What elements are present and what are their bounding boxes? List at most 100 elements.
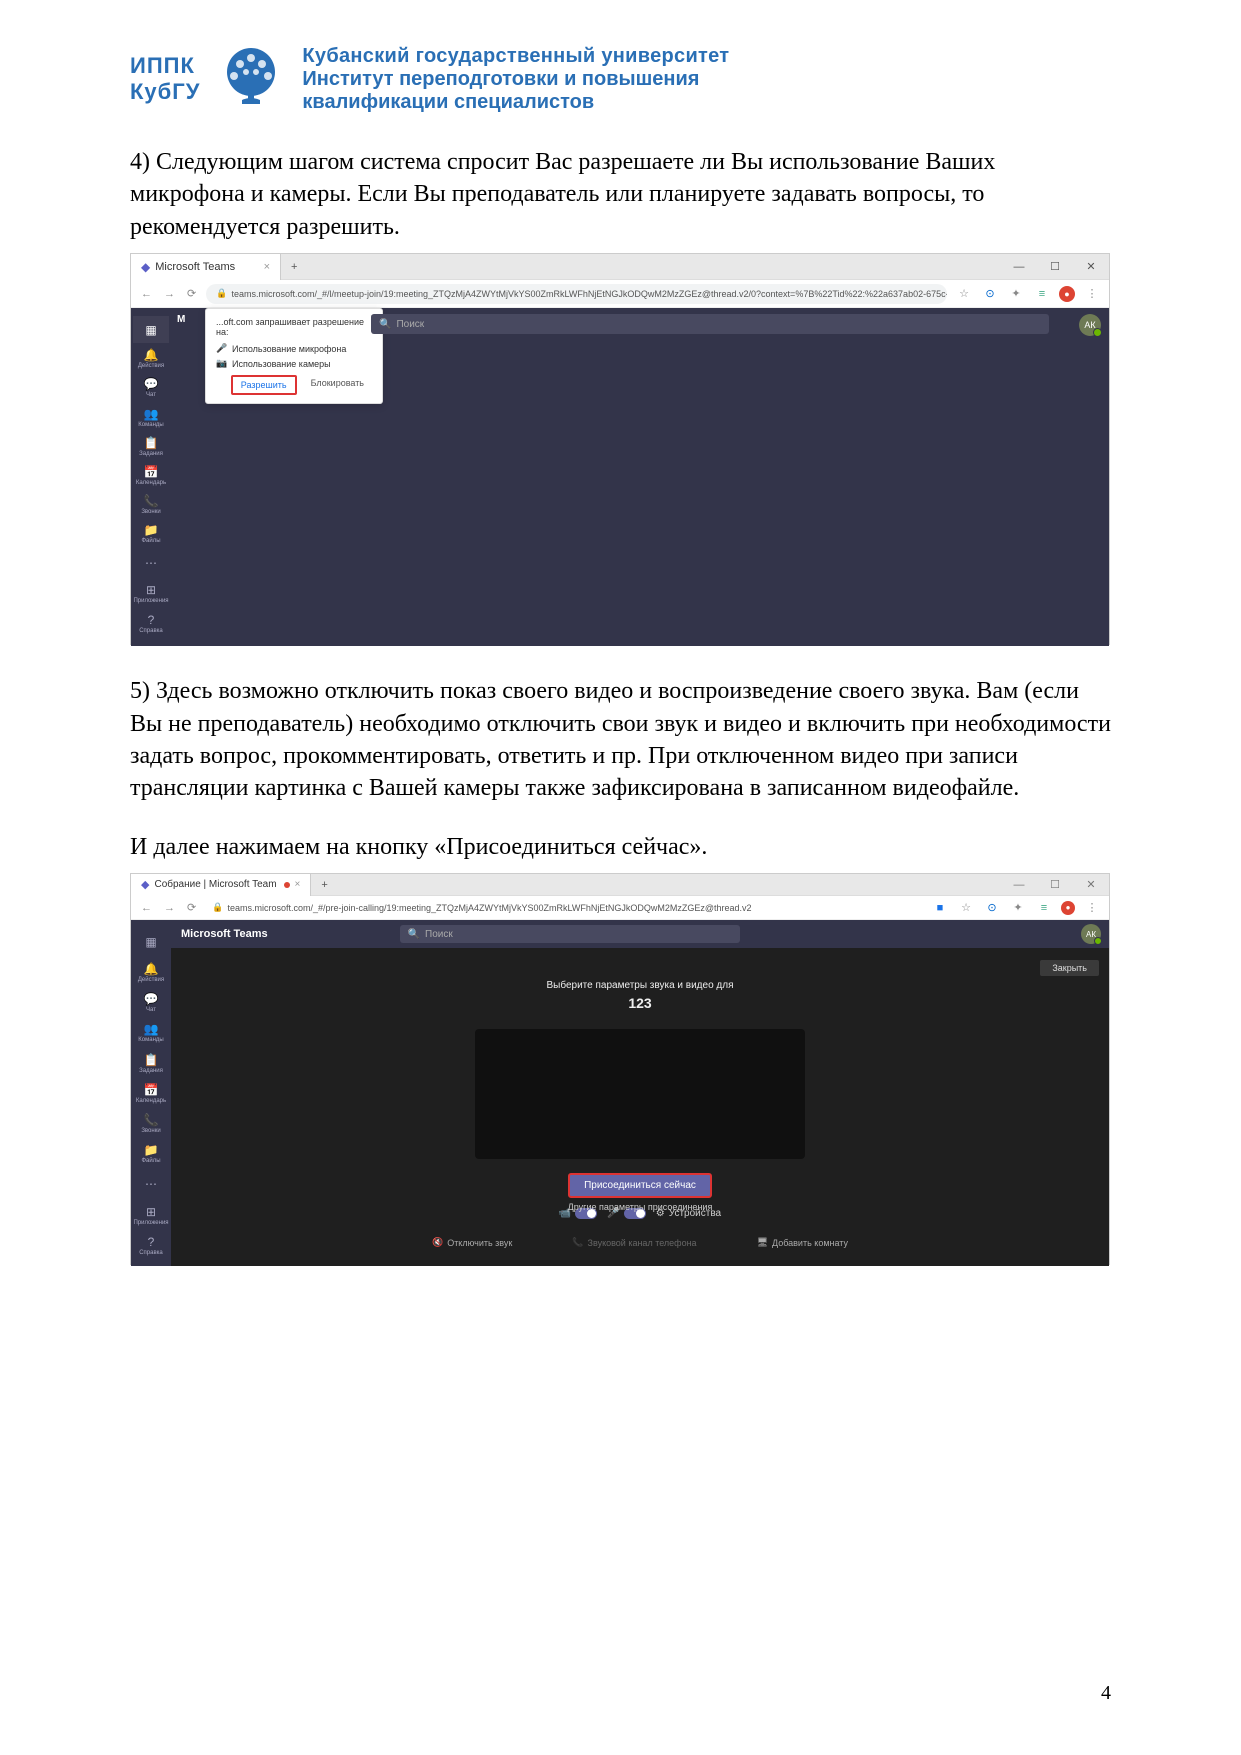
other-options-row: 🔇 Отключить звук 📞 Звуковой канал телефо… (171, 1237, 1109, 1248)
sidebar-assignments[interactable]: 📋Задания (133, 1049, 169, 1077)
permission-popup: × ...oft.com запрашивает разрешение на: … (205, 308, 383, 404)
extension-icon[interactable]: ⊙ (983, 901, 1001, 914)
nav-forward-icon[interactable]: → (162, 902, 177, 914)
url-field[interactable]: 🔒 teams.microsoft.com/_#/l/meetup-join/1… (206, 284, 947, 304)
block-button[interactable]: Блокировать (303, 375, 372, 395)
popup-cam-row: 📷 Использование камеры (216, 358, 372, 369)
nav-forward-icon[interactable]: → (162, 288, 177, 300)
instruction-step-4: 4) Следующим шагом система спросит Вас р… (130, 146, 1111, 243)
logo-kubgu-text: КубГУ (130, 79, 200, 105)
sidebar-apps[interactable]: ⊞Приложения (133, 1200, 169, 1230)
sidebar-calendar[interactable]: 📅Календарь (133, 462, 169, 489)
popup-mic-row: 🎤 Использование микрофона (216, 343, 372, 354)
window-close-icon[interactable]: ✕ (1073, 254, 1109, 280)
camera-icon: 📷 (216, 358, 226, 369)
other-options-header: Другие параметры присоединения (171, 1202, 1109, 1212)
teams-topbar: Microsoft Teams 🔍 Поиск (171, 920, 1109, 948)
sidebar-files[interactable]: 📁Файлы (133, 1140, 169, 1168)
browser-address-bar-2: ← → ⟳ 🔒 teams.microsoft.com/_#/pre-join-… (131, 896, 1109, 920)
waffle-icon[interactable]: ▦ (133, 316, 169, 343)
prejoin-hint: Выберите параметры звука и видео для (380, 980, 900, 991)
puzzle-icon[interactable]: ✦ (1009, 901, 1027, 914)
sidebar-more[interactable]: ⋯ (133, 1170, 169, 1198)
menu-icon[interactable]: ⋮ (1083, 287, 1101, 300)
phone-audio-option: 📞 Звуковой канал телефона (572, 1237, 696, 1248)
window-maximize-icon[interactable]: ☐ (1037, 874, 1073, 896)
lock-icon: 🔒 (216, 288, 227, 299)
new-tab-button[interactable]: + (281, 261, 307, 273)
teams-sidebar: ▦ 🔔Действия 💬Чат 👥Команды 📋Задания 📅Кале… (131, 308, 171, 646)
screenshot-permissions: ◆ Microsoft Teams × + — ☐ ✕ ← → ⟳ 🔒 team… (130, 253, 1110, 645)
user-avatar-2[interactable]: АК (1081, 924, 1101, 944)
puzzle-icon[interactable]: ✦ (1007, 287, 1025, 300)
reading-list-icon[interactable]: ≡ (1035, 902, 1053, 914)
logo-ippk-text: ИППК (130, 53, 200, 79)
sidebar-help[interactable]: ?Справка (133, 1230, 169, 1260)
menu-icon[interactable]: ⋮ (1083, 901, 1101, 914)
ext-badge-icon[interactable]: ● (1059, 286, 1075, 302)
teams-main-area: M × ...oft.com запрашивает разрешение на… (171, 308, 1109, 646)
popup-title: ...oft.com запрашивает разрешение на: (216, 317, 372, 337)
waffle-icon[interactable]: ▦ (133, 928, 169, 956)
sidebar-teams[interactable]: 👥Команды (133, 1019, 169, 1047)
lock-icon: 🔒 (212, 902, 223, 913)
tab-close-icon[interactable]: × (264, 261, 270, 273)
nav-back-icon[interactable]: ← (139, 902, 154, 914)
browser-address-bar: ← → ⟳ 🔒 teams.microsoft.com/_#/l/meetup-… (131, 280, 1109, 308)
browser-titlebar-2: ◆ Собрание | Microsoft Team × + — ☐ ✕ (131, 874, 1109, 896)
join-now-button[interactable]: Присоединиться сейчас (568, 1173, 712, 1198)
sidebar-help[interactable]: ?Справка (133, 608, 169, 638)
window-maximize-icon[interactable]: ☐ (1037, 254, 1073, 280)
sidebar-files[interactable]: 📁Файлы (133, 520, 169, 547)
allow-button[interactable]: Разрешить (231, 375, 297, 395)
sidebar-calendar[interactable]: 📅Календарь (133, 1079, 169, 1107)
window-minimize-icon[interactable]: — (1001, 254, 1037, 280)
sidebar-activity[interactable]: 🔔Действия (133, 958, 169, 986)
mic-icon: 🎤 (216, 343, 226, 354)
browser-tab[interactable]: ◆ Microsoft Teams × (131, 254, 281, 280)
user-avatar[interactable]: АК (1079, 314, 1101, 336)
search-icon: 🔍 (379, 319, 391, 330)
browser-tab-2[interactable]: ◆ Собрание | Microsoft Team × (131, 874, 311, 896)
sidebar-chat[interactable]: 💬Чат (133, 989, 169, 1017)
sidebar-assignments[interactable]: 📋Задания (133, 433, 169, 460)
ext-badge-icon[interactable]: ● (1061, 901, 1075, 915)
camera-indicator-icon[interactable]: ■ (931, 902, 949, 914)
url-field-2[interactable]: 🔒 teams.microsoft.com/_#/pre-join-callin… (206, 899, 923, 917)
sidebar-apps[interactable]: ⊞Приложения (133, 578, 169, 608)
add-room-option[interactable]: 🖥 Добавить комнату (757, 1237, 848, 1248)
browser-titlebar: ◆ Microsoft Teams × + — ☐ ✕ (131, 254, 1109, 280)
sound-off-icon: 🔇 (432, 1237, 443, 1248)
meeting-title: 123 (380, 995, 900, 1011)
sidebar-more[interactable]: ⋯ (133, 549, 169, 576)
window-minimize-icon[interactable]: — (1001, 874, 1037, 896)
new-tab-button[interactable]: + (311, 879, 337, 891)
institution-title: Кубанский государственный университет Ин… (302, 45, 729, 114)
sidebar-teams[interactable]: 👥Команды (133, 404, 169, 431)
nav-reload-icon[interactable]: ⟳ (185, 287, 198, 300)
ms-label: M (177, 314, 185, 325)
star-icon[interactable]: ☆ (955, 287, 973, 300)
instruction-step-5: 5) Здесь возможно отключить показ своего… (130, 675, 1111, 805)
teams-search-input[interactable]: 🔍 Поиск (371, 314, 1049, 334)
screenshot-prejoin: ◆ Собрание | Microsoft Team × + — ☐ ✕ ← … (130, 873, 1110, 1265)
sidebar-chat[interactable]: 💬Чат (133, 374, 169, 401)
logo-left: ИППК КубГУ (130, 53, 200, 105)
nav-back-icon[interactable]: ← (139, 288, 154, 300)
tab-title: Microsoft Teams (155, 261, 235, 273)
mute-audio-option[interactable]: 🔇 Отключить звук (432, 1237, 512, 1248)
window-close-icon[interactable]: ✕ (1073, 874, 1109, 896)
instruction-join-now: И далее нажимаем на кнопку «Присоединить… (130, 831, 1111, 863)
extension-icon[interactable]: ⊙ (981, 287, 999, 300)
sidebar-calls[interactable]: 📞Звонки (133, 1109, 169, 1137)
tab-close-icon[interactable]: × (295, 879, 301, 890)
reading-list-icon[interactable]: ≡ (1033, 288, 1051, 300)
close-button[interactable]: Закрыть (1040, 960, 1099, 976)
star-icon[interactable]: ☆ (957, 901, 975, 914)
sidebar-calls[interactable]: 📞Звонки (133, 491, 169, 518)
teams-search-input-2[interactable]: 🔍 Поиск (400, 925, 740, 943)
app-name-label: Microsoft Teams (181, 928, 268, 940)
nav-reload-icon[interactable]: ⟳ (185, 901, 198, 914)
teams-favicon-icon: ◆ (141, 878, 149, 891)
sidebar-activity[interactable]: 🔔Действия (133, 345, 169, 372)
